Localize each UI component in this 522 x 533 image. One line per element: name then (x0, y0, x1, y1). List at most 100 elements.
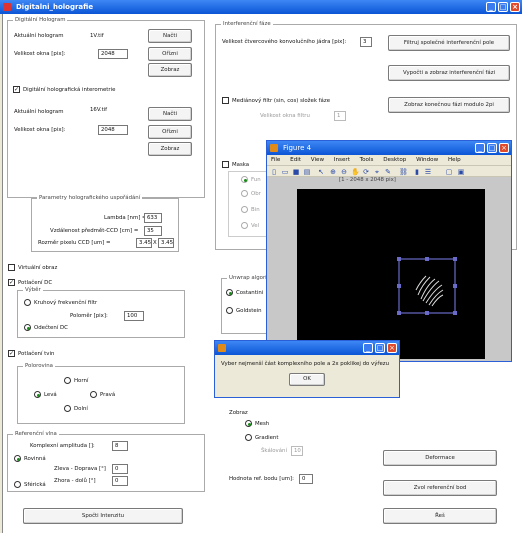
reference-wave-panel: Referenční vlna Komplexní amplituda []: … (7, 431, 205, 492)
mask-option2-radio[interactable] (241, 190, 248, 197)
refpoint-input[interactable]: 0 (299, 474, 313, 484)
bottom-radio[interactable] (64, 405, 71, 412)
menu-insert[interactable]: Insert (334, 157, 350, 163)
menu-window[interactable]: Window (416, 157, 438, 163)
mask-checkbox[interactable] (222, 161, 229, 168)
load-hologram2-button[interactable]: Načti (148, 107, 192, 121)
new-figure-icon[interactable]: ▯ (270, 168, 278, 176)
distance-input[interactable]: 35 (144, 226, 162, 236)
mask-option3-label: Bin (251, 207, 260, 213)
twin-suppression-checkbox[interactable]: ✓ (8, 350, 15, 357)
menu-desktop[interactable]: Desktop (383, 157, 406, 163)
dc-suppression-label: Potlačení DC (18, 280, 53, 286)
reference-wave-title: Referenční vlna (13, 431, 59, 437)
pan-icon[interactable]: ✋ (351, 168, 360, 176)
hologram-panel-title: Digitální Hologram (13, 17, 68, 23)
lambda-input[interactable]: 633 (144, 213, 162, 223)
figure-canvas[interactable]: [1 - 2048 x 2048 pix] (267, 177, 511, 361)
figure-close-button[interactable]: × (499, 143, 509, 153)
costantini-radio[interactable] (226, 289, 233, 296)
data-cursor-icon[interactable]: ⌖ (373, 168, 381, 176)
top-bottom-angle-input[interactable]: 0 (112, 476, 128, 486)
left-right-angle-input[interactable]: 0 (112, 464, 128, 474)
colorbar-icon[interactable]: ▮ (413, 168, 421, 176)
interferometry-checkbox[interactable]: ✓ (13, 86, 20, 93)
mask-option4-radio[interactable] (241, 222, 248, 229)
brush-icon[interactable]: ✎ (384, 168, 392, 176)
half-plane-title: Polorovina (23, 363, 55, 369)
filter-field-button[interactable]: Filtruj společné interferenční pole (388, 35, 510, 51)
compute-intensity-button[interactable]: Spočti Intenzitu (23, 508, 183, 524)
pointer-icon[interactable]: ↖ (317, 168, 325, 176)
virtual-image-label: Virtuální obraz (18, 265, 58, 271)
show-phase-mod2pi-button[interactable]: Zobraz konečnou fázi modulo 2pi (388, 97, 510, 113)
compute-phase-button[interactable]: Vypočti a zobraz interferenční fázi (388, 65, 510, 81)
mask-option3-radio[interactable] (241, 206, 248, 213)
circular-filter-radio[interactable] (24, 299, 31, 306)
right-radio[interactable] (90, 391, 97, 398)
hologram2-size-input[interactable]: 2048 (98, 125, 128, 135)
amplitude-input[interactable]: 8 (112, 441, 128, 451)
pixel-x-input[interactable]: 3.45 (136, 238, 152, 248)
minimize-button[interactable]: _ (486, 2, 496, 12)
dialog-maximize-button[interactable]: □ (375, 343, 385, 353)
dc-suppression-checkbox[interactable]: ✓ (8, 279, 15, 286)
left-label: Levá (44, 392, 57, 398)
crop-hologram2-button[interactable]: Ořízni (148, 125, 192, 139)
link-icon[interactable]: ⛓ (399, 168, 408, 176)
top-radio[interactable] (64, 377, 71, 384)
figure-minimize-button[interactable]: _ (475, 143, 485, 153)
parameters-panel: Parametry holografického uspořádání Lamb… (31, 195, 179, 252)
menu-help[interactable]: Help (448, 157, 461, 163)
menu-tools[interactable]: Tools (360, 157, 374, 163)
rotate-icon[interactable]: ⟳ (362, 168, 370, 176)
dialog-close-button[interactable]: × (387, 343, 397, 353)
filter-window-input[interactable]: 1 (334, 111, 346, 121)
crop-hologram1-button[interactable]: Ořízni (148, 47, 192, 61)
kernel-size-input[interactable]: 3 (360, 37, 372, 47)
gradient-radio[interactable] (245, 434, 252, 441)
maximize-button[interactable]: □ (498, 2, 508, 12)
show-hologram2-button[interactable]: Zobraz (148, 142, 192, 156)
pixel-y-input[interactable]: 3.45 (158, 238, 174, 248)
solve-button[interactable]: Řeš (383, 508, 497, 524)
load-hologram1-button[interactable]: Načti (148, 29, 192, 43)
spherical-wave-radio[interactable] (14, 481, 21, 488)
hologram2-size-label: Velikost okna [pix]: (14, 127, 66, 133)
goldstein-radio[interactable] (226, 307, 233, 314)
mesh-radio[interactable] (245, 420, 252, 427)
subtract-dc-radio[interactable] (24, 324, 31, 331)
zoom-in-icon[interactable]: ⊕ (329, 168, 337, 176)
menu-file[interactable]: File (271, 157, 280, 163)
virtual-image-checkbox[interactable] (8, 264, 15, 271)
close-button[interactable]: × (510, 2, 520, 12)
goldstein-label: Goldstein (236, 308, 262, 314)
menu-view[interactable]: View (311, 157, 324, 163)
dock-icon[interactable]: ▣ (457, 168, 465, 176)
top-bottom-angle-label: Zhora - dolů [°] (54, 478, 96, 484)
mask-option1-radio[interactable] (241, 176, 248, 183)
figure-window: Figure 4 _ □ × File Edit View Insert Too… (266, 140, 512, 362)
scaling-input[interactable]: 10 (291, 446, 303, 456)
menu-edit[interactable]: Edit (290, 157, 301, 163)
show-hologram1-button[interactable]: Zobraz (148, 63, 192, 77)
open-file-icon[interactable]: ▭ (281, 168, 289, 176)
plane-wave-radio[interactable] (14, 455, 21, 462)
deformation-button[interactable]: Deformace (383, 450, 497, 466)
choose-refpoint-button[interactable]: Zvol referenční bod (383, 480, 497, 496)
dialog-minimize-button[interactable]: _ (363, 343, 373, 353)
figure-maximize-button[interactable]: □ (487, 143, 497, 153)
pixel-x-sign: X (153, 240, 157, 246)
hologram1-size-label: Velikost okna [pix]: (14, 51, 66, 57)
dialog-ok-button[interactable]: OK (289, 373, 325, 386)
hologram1-size-input[interactable]: 2048 (98, 49, 128, 59)
zoom-out-icon[interactable]: ⊖ (340, 168, 348, 176)
left-radio[interactable] (34, 391, 41, 398)
hide-tools-icon[interactable]: ▢ (445, 168, 453, 176)
legend-icon[interactable]: ☰ (424, 168, 432, 176)
hologram-image-axes[interactable] (297, 189, 485, 359)
median-filter-checkbox[interactable] (222, 97, 229, 104)
print-icon[interactable]: ▤ (303, 168, 311, 176)
save-icon[interactable]: ■ (292, 168, 300, 176)
radius-input[interactable]: 100 (124, 311, 144, 321)
